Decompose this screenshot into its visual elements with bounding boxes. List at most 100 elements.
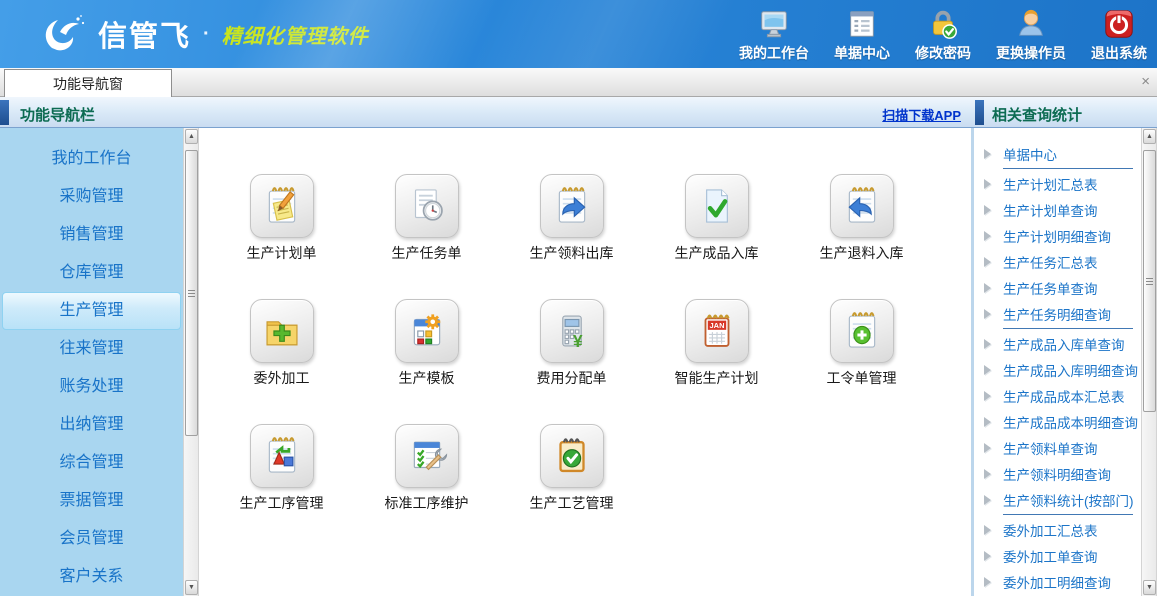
feature-label: 费用分配单 <box>537 368 607 388</box>
triangle-bullet-icon <box>984 551 991 561</box>
query-link[interactable]: 生产任务汇总表 <box>974 249 1141 275</box>
doc-check-icon <box>685 174 749 238</box>
scroll-up-icon[interactable]: ▲ <box>185 129 198 144</box>
query-link[interactable]: 生产成品入库明细查询 <box>974 357 1141 383</box>
scrollbar-grip <box>188 288 195 299</box>
sidebar-item[interactable]: 客户关系 <box>2 558 181 596</box>
query-link[interactable]: 生产计划明细查询 <box>974 223 1141 249</box>
feature-生产模板[interactable]: 生产模板 <box>354 299 499 424</box>
feature-标准工序维护[interactable]: 标准工序维护 <box>354 424 499 549</box>
tab-strip: 功能导航窗 × <box>0 68 1157 97</box>
triangle-bullet-icon <box>984 257 991 267</box>
query-link[interactable]: 生产任务单查询 <box>974 275 1141 301</box>
feature-row: 生产工序管理标准工序维护生产工艺管理 <box>199 424 971 549</box>
app-window: { "app": { "brand": "信管飞", "brand_dot": … <box>0 0 1157 596</box>
sidebar-item[interactable]: 生产管理 <box>2 292 181 330</box>
query-link[interactable]: 委外加工汇总表 <box>974 517 1141 543</box>
feature-生产领料出库[interactable]: 生产领料出库 <box>499 174 644 299</box>
tab-function-navigator[interactable]: 功能导航窗 <box>4 69 172 97</box>
query-link-label: 生产任务单查询 <box>1003 278 1098 298</box>
feature-label: 生产任务单 <box>392 243 462 263</box>
query-link[interactable]: 生产成品成本汇总表 <box>974 383 1141 409</box>
feature-label: 委外加工 <box>254 368 310 388</box>
sidebar-item[interactable]: 会员管理 <box>2 520 181 558</box>
feature-委外加工[interactable]: 委外加工 <box>209 299 354 424</box>
query-link-label: 单据中心 <box>1003 144 1057 164</box>
query-link[interactable]: 生产任务明细查询 <box>974 301 1141 327</box>
toolbar-button-单据中心[interactable]: 单据中心 <box>834 5 890 63</box>
toolbar-button-我的工作台[interactable]: 我的工作台 <box>739 5 809 63</box>
panel-header-band: 功能导航栏 扫描下载APP 相关查询统计 <box>0 97 1157 128</box>
query-link-label: 生产成品入库单查询 <box>1003 334 1125 354</box>
feature-生产工艺管理[interactable]: 生产工艺管理 <box>499 424 644 549</box>
list-separator <box>1003 168 1133 169</box>
sidebar-item[interactable]: 往来管理 <box>2 330 181 368</box>
toolbar-button-label: 我的工作台 <box>739 43 809 63</box>
toolbar-button-label: 退出系统 <box>1091 43 1147 63</box>
scroll-down-icon[interactable]: ▼ <box>1143 580 1156 595</box>
notepad-arrow-in-icon <box>830 174 894 238</box>
brand: 信管飞 · 精细化管理软件 <box>38 12 369 56</box>
scroll-up-icon[interactable]: ▲ <box>1143 129 1156 144</box>
scrollbar-thumb[interactable] <box>1143 150 1156 412</box>
query-link[interactable]: 生产领料单查询 <box>974 435 1141 461</box>
query-link[interactable]: 委外加工单查询 <box>974 543 1141 569</box>
query-link[interactable]: 生产计划汇总表 <box>974 171 1141 197</box>
query-link[interactable]: 委外加工明细查询 <box>974 569 1141 595</box>
brand-separator: · <box>203 23 210 46</box>
triangle-bullet-icon <box>984 149 991 159</box>
feature-智能生产计划[interactable]: JAN智能生产计划 <box>644 299 789 424</box>
sidebar-item[interactable]: 综合管理 <box>2 444 181 482</box>
toolbar-button-更换操作员[interactable]: 更换操作员 <box>996 5 1066 63</box>
query-link-label: 生产计划汇总表 <box>1003 174 1098 194</box>
feature-label: 生产成品入库 <box>675 243 759 263</box>
close-icon[interactable]: × <box>1141 74 1150 89</box>
feature-label: 智能生产计划 <box>675 368 759 388</box>
sidebar-item[interactable]: 仓库管理 <box>2 254 181 292</box>
left-nav-scrollbar[interactable]: ▲ ▼ <box>183 128 199 596</box>
query-link[interactable]: 生产领料明细查询 <box>974 461 1141 487</box>
sidebar-item[interactable]: 采购管理 <box>2 178 181 216</box>
feature-label: 生产领料出库 <box>530 243 614 263</box>
toolbar-button-label: 更换操作员 <box>996 43 1066 63</box>
left-panel-title: 功能导航栏 <box>20 104 95 125</box>
triangle-bullet-icon <box>984 495 991 505</box>
feature-生产成品入库[interactable]: 生产成品入库 <box>644 174 789 299</box>
query-panel-scrollbar[interactable]: ▲ ▼ <box>1141 128 1157 596</box>
feature-工令单管理[interactable]: 工令单管理 <box>789 299 934 424</box>
related-query-panel: 单据中心生产计划汇总表生产计划单查询生产计划明细查询生产任务汇总表生产任务单查询… <box>974 128 1141 596</box>
query-link-label: 委外加工单查询 <box>1003 546 1098 566</box>
right-panel-accent-square <box>975 100 984 125</box>
query-link[interactable]: 生产成品成本明细查询 <box>974 409 1141 435</box>
sidebar-item[interactable]: 出纳管理 <box>2 406 181 444</box>
query-link-label: 生产计划明细查询 <box>1003 226 1111 246</box>
feature-grid: 生产计划单生产任务单 生产领料出库 生产成品入库 生产退料入库委外加工 生产模板¥费用分… <box>199 128 971 596</box>
triangle-bullet-icon <box>984 179 991 189</box>
feature-生产工序管理[interactable]: 生产工序管理 <box>209 424 354 549</box>
sidebar-item[interactable]: 账务处理 <box>2 368 181 406</box>
feature-label: 生产退料入库 <box>820 243 904 263</box>
triangle-bullet-icon <box>984 391 991 401</box>
feature-费用分配单[interactable]: ¥费用分配单 <box>499 299 644 424</box>
scrollbar-thumb[interactable] <box>185 150 198 436</box>
feature-生产退料入库[interactable]: 生产退料入库 <box>789 174 934 299</box>
query-link[interactable]: 单据中心 <box>974 141 1141 167</box>
query-link[interactable]: 生产成品入库单查询 <box>974 331 1141 357</box>
toolbar-button-修改密码[interactable]: 修改密码 <box>915 5 971 63</box>
feature-生产任务单[interactable]: 生产任务单 <box>354 174 499 299</box>
feature-生产计划单[interactable]: 生产计划单 <box>209 174 354 299</box>
query-link-label: 生产任务汇总表 <box>1003 252 1098 272</box>
query-link[interactable]: 生产计划单查询 <box>974 197 1141 223</box>
calendar-gear-icon <box>395 299 459 363</box>
brand-logo-icon <box>38 12 88 56</box>
header-toolbar: 我的工作台 单据中心修改密码更换操作员 退出系统 <box>739 5 1147 63</box>
brand-name: 信管飞 <box>98 13 191 55</box>
scroll-down-icon[interactable]: ▼ <box>185 580 198 595</box>
sidebar-item[interactable]: 我的工作台 <box>2 140 181 178</box>
query-link-label: 生产成品入库明细查询 <box>1003 360 1138 380</box>
query-link[interactable]: 生产领料统计(按部门) <box>974 487 1141 513</box>
sidebar-item[interactable]: 销售管理 <box>2 216 181 254</box>
sidebar-item[interactable]: 票据管理 <box>2 482 181 520</box>
download-app-link[interactable]: 扫描下载APP <box>882 105 961 124</box>
toolbar-button-退出系统[interactable]: 退出系统 <box>1091 5 1147 63</box>
